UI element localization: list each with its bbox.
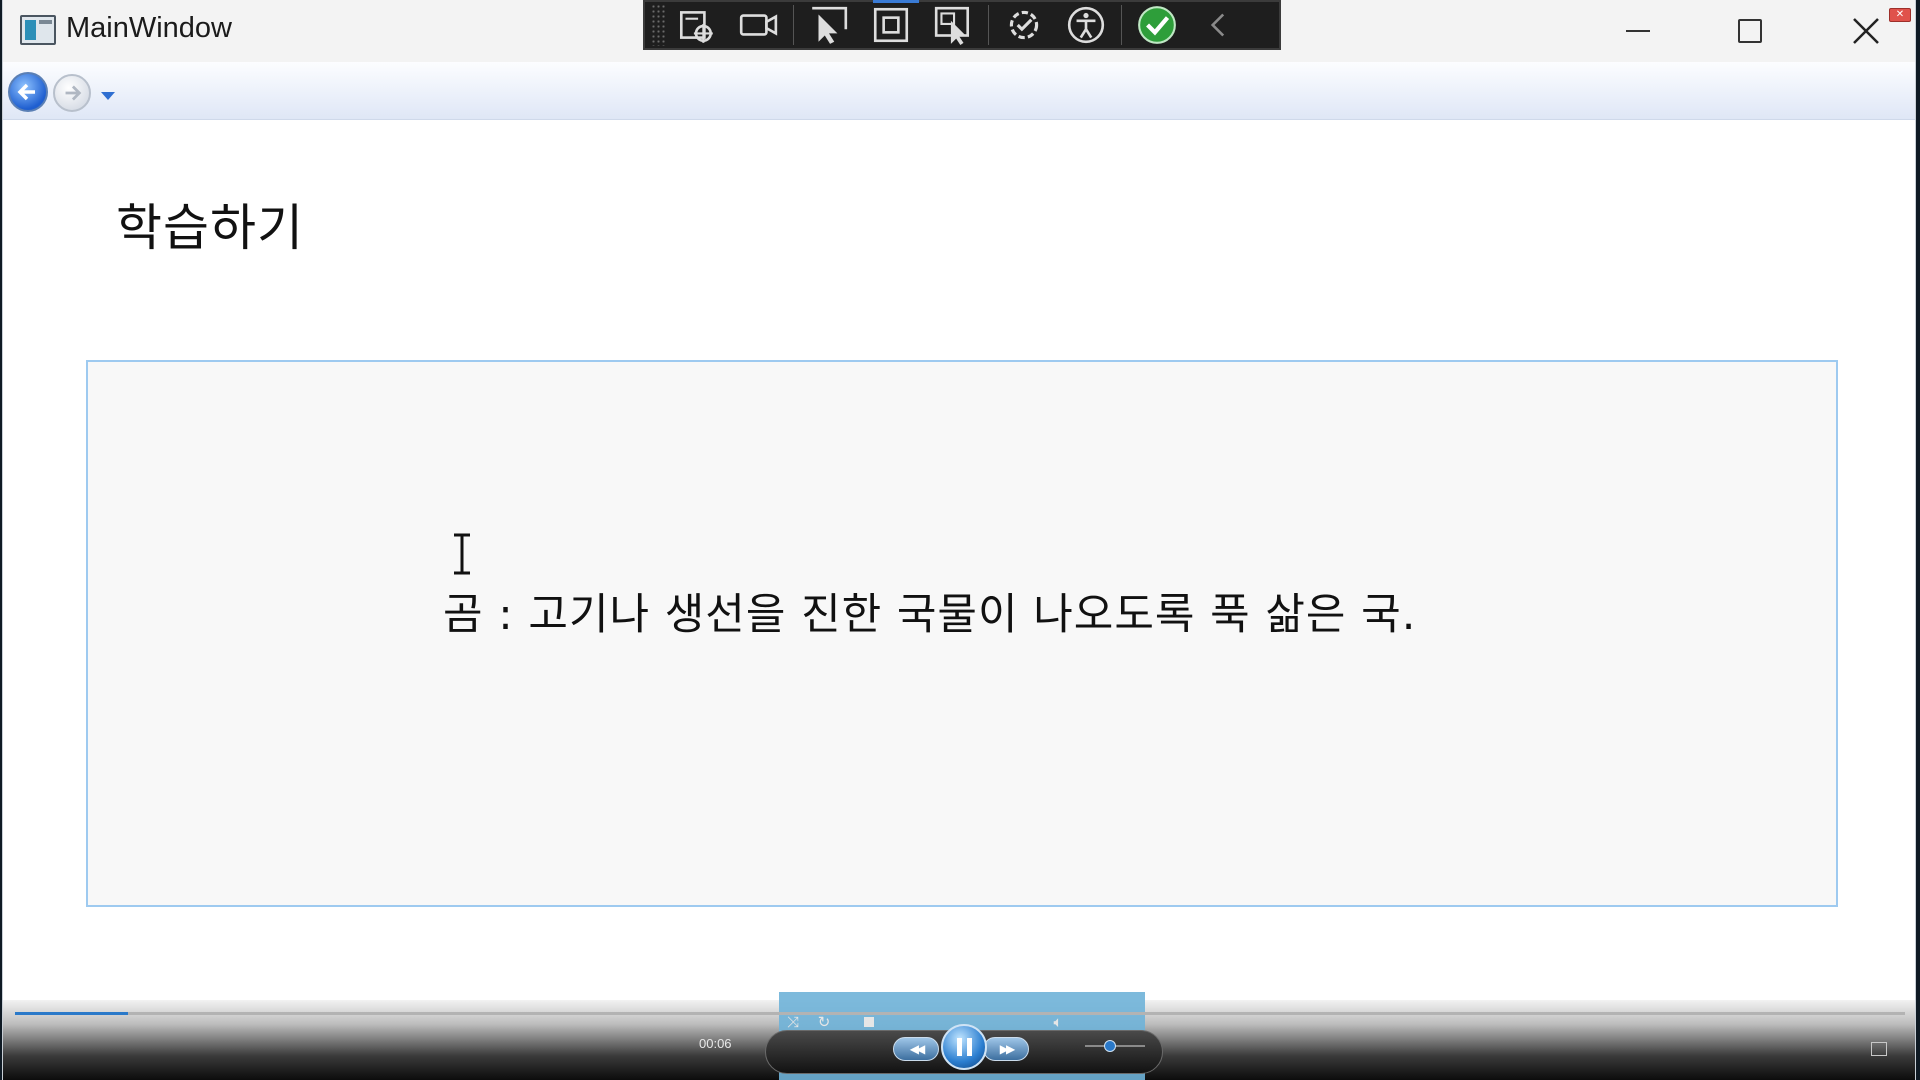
- binding-check-button[interactable]: [1126, 2, 1188, 48]
- debug-toolbar: [643, 0, 1281, 50]
- hot-reload-icon: [1009, 10, 1039, 40]
- app-icon: [20, 15, 56, 45]
- back-arrow-icon: [17, 83, 35, 101]
- binding-check-icon: [1138, 6, 1176, 44]
- repeat-button[interactable]: ↻: [813, 1011, 835, 1033]
- collapse-icon: [1210, 13, 1225, 37]
- close-icon: [1853, 18, 1879, 44]
- main-window: MainWindow ✕ 학습하기 곰: 고기나 생선을 진한 국물이 나오도…: [2, 0, 1916, 1080]
- pause-icon: [956, 1038, 972, 1056]
- text-cursor-icon: [454, 533, 470, 575]
- seek-progress: [15, 1012, 129, 1015]
- pause-button[interactable]: [941, 1024, 987, 1070]
- next-button[interactable]: ▶▶: [983, 1037, 1029, 1061]
- forward-button[interactable]: [53, 74, 91, 112]
- hot-reload-button[interactable]: [993, 2, 1055, 48]
- maximize-button[interactable]: [1695, 0, 1805, 62]
- forward-arrow-icon: [65, 85, 82, 101]
- pointer-select-button[interactable]: [798, 2, 860, 48]
- volume-icon: 🔈︎: [1053, 1013, 1063, 1031]
- page-title: 학습하기: [116, 199, 304, 257]
- shuffle-icon: ⤨: [786, 1013, 799, 1031]
- select-element-button[interactable]: [665, 2, 727, 48]
- layout-adorner-button[interactable]: [860, 2, 922, 48]
- minimize-button[interactable]: [1583, 0, 1693, 62]
- history-dropdown-icon[interactable]: [101, 92, 115, 100]
- track-focus-button[interactable]: [922, 2, 984, 48]
- toolbar-grip[interactable]: [651, 4, 665, 46]
- select-element-icon: [679, 11, 713, 43]
- accessibility-icon: [1067, 6, 1105, 44]
- navigation-bar: [3, 62, 1915, 120]
- shuffle-button[interactable]: ⤨: [782, 1011, 804, 1033]
- stop-icon: [864, 1017, 874, 1027]
- accessibility-button[interactable]: [1055, 2, 1117, 48]
- back-button[interactable]: [8, 72, 48, 112]
- fast-forward-icon: ▶▶: [999, 1042, 1016, 1056]
- definition-textbox[interactable]: 곰 : 고기나 생선을 진한 국물이 나오도록 푹 삶은 국.: [86, 360, 1838, 907]
- fullscreen-button[interactable]: [1871, 1042, 1887, 1056]
- record-icon: [739, 14, 778, 36]
- maximize-icon: [1738, 19, 1762, 43]
- layout-adorner-icon: [873, 7, 909, 43]
- stop-button[interactable]: [858, 1011, 880, 1033]
- rewind-icon: ◀◀: [909, 1042, 926, 1056]
- corner-close-icon[interactable]: ✕: [1889, 8, 1911, 22]
- elapsed-time: 00:06: [699, 1036, 732, 1051]
- minimize-icon: [1626, 30, 1650, 32]
- window-title: MainWindow: [66, 12, 232, 44]
- previous-button[interactable]: ◀◀: [893, 1037, 939, 1061]
- definition-text: 곰 : 고기나 생선을 진한 국물이 나오도록 푹 삶은 국.: [443, 590, 1417, 640]
- pointer-select-icon: [812, 6, 848, 44]
- seek-bar[interactable]: [15, 1012, 1905, 1015]
- record-button[interactable]: [727, 2, 789, 48]
- media-player-bar: 00:06 ⤨ ↻ ◀◀ ▶▶ 🔈︎: [3, 992, 1915, 1080]
- track-focus-icon: [934, 6, 970, 45]
- volume-slider[interactable]: [1085, 1040, 1145, 1052]
- mute-button[interactable]: 🔈︎: [1047, 1011, 1069, 1033]
- repeat-icon: ↻: [817, 1013, 831, 1031]
- title-bar[interactable]: MainWindow ✕: [3, 0, 1915, 62]
- collapse-toolbar-button[interactable]: [1188, 2, 1250, 48]
